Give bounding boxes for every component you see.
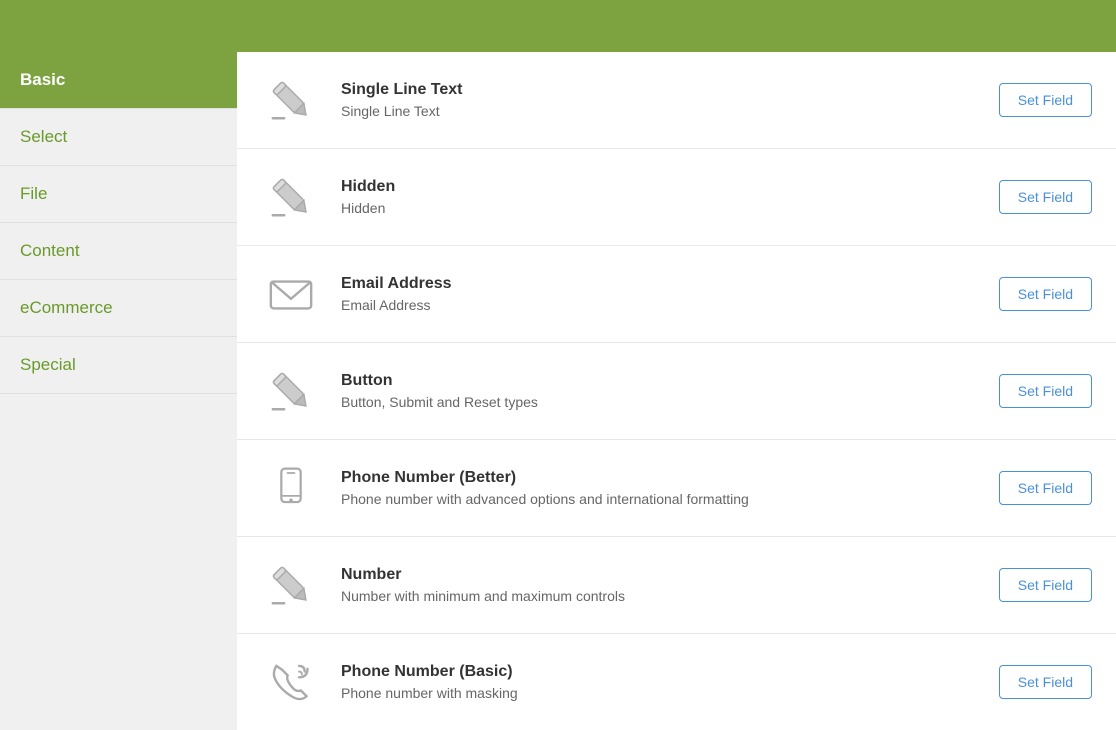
field-name-hidden: Hidden (341, 178, 979, 196)
pencil-icon (261, 70, 321, 130)
set-field-button-phone-basic[interactable]: Set Field (999, 665, 1092, 699)
pencil-icon (261, 555, 321, 615)
field-desc-button: Button, Submit and Reset types (341, 394, 979, 410)
field-desc-number: Number with minimum and maximum controls (341, 588, 979, 604)
sidebar-item-basic[interactable]: Basic (0, 52, 237, 109)
field-info-email-address: Email Address Email Address (341, 275, 979, 313)
field-name-email-address: Email Address (341, 275, 979, 293)
set-field-button-email-address[interactable]: Set Field (999, 277, 1092, 311)
fields-modal: BasicSelectFileContenteCommerceSpecial S… (0, 0, 1116, 730)
field-row-single-line-text: Single Line Text Single Line Text Set Fiel… (237, 52, 1116, 149)
sidebar-item-content[interactable]: Content (0, 223, 237, 280)
field-name-number: Number (341, 566, 979, 584)
set-field-button-phone-better[interactable]: Set Field (999, 471, 1092, 505)
field-info-number: Number Number with minimum and maximum co… (341, 566, 979, 604)
field-info-phone-basic: Phone Number (Basic) Phone number with ma… (341, 663, 979, 701)
sidebar-item-select[interactable]: Select (0, 109, 237, 166)
field-row-button: Button Button, Submit and Reset types Set … (237, 343, 1116, 440)
content-area: Single Line Text Single Line Text Set Fiel… (237, 52, 1116, 730)
pencil-icon (261, 167, 321, 227)
field-row-number: Number Number with minimum and maximum co… (237, 537, 1116, 634)
field-desc-phone-basic: Phone number with masking (341, 685, 979, 701)
field-row-phone-better: Phone Number (Better) Phone number with a… (237, 440, 1116, 537)
phone-icon (261, 652, 321, 712)
pencil-icon (261, 361, 321, 421)
close-button[interactable] (1080, 22, 1096, 30)
field-desc-hidden: Hidden (341, 200, 979, 216)
field-info-phone-better: Phone Number (Better) Phone number with a… (341, 469, 979, 507)
sidebar-item-ecommerce[interactable]: eCommerce (0, 280, 237, 337)
field-info-button: Button Button, Submit and Reset types (341, 372, 979, 410)
field-name-button: Button (341, 372, 979, 390)
email-icon (261, 264, 321, 324)
field-info-hidden: Hidden Hidden (341, 178, 979, 216)
set-field-button-single-line-text[interactable]: Set Field (999, 83, 1092, 117)
field-info-single-line-text: Single Line Text Single Line Text (341, 81, 979, 119)
field-row-email-address: Email Address Email Address Set Field (237, 246, 1116, 343)
sidebar-item-special[interactable]: Special (0, 337, 237, 394)
modal-header (0, 0, 1116, 52)
sidebar: BasicSelectFileContenteCommerceSpecial (0, 52, 237, 730)
field-name-single-line-text: Single Line Text (341, 81, 979, 99)
field-name-phone-basic: Phone Number (Basic) (341, 663, 979, 681)
field-desc-email-address: Email Address (341, 297, 979, 313)
modal-body: BasicSelectFileContenteCommerceSpecial S… (0, 52, 1116, 730)
set-field-button-button[interactable]: Set Field (999, 374, 1092, 408)
field-name-phone-better: Phone Number (Better) (341, 469, 979, 487)
set-field-button-hidden[interactable]: Set Field (999, 180, 1092, 214)
set-field-button-number[interactable]: Set Field (999, 568, 1092, 602)
mobile-icon (261, 458, 321, 518)
field-desc-single-line-text: Single Line Text (341, 103, 979, 119)
field-row-phone-basic: Phone Number (Basic) Phone number with ma… (237, 634, 1116, 730)
field-desc-phone-better: Phone number with advanced options and i… (341, 491, 979, 507)
field-row-hidden: Hidden Hidden Set Field (237, 149, 1116, 246)
sidebar-item-file[interactable]: File (0, 166, 237, 223)
